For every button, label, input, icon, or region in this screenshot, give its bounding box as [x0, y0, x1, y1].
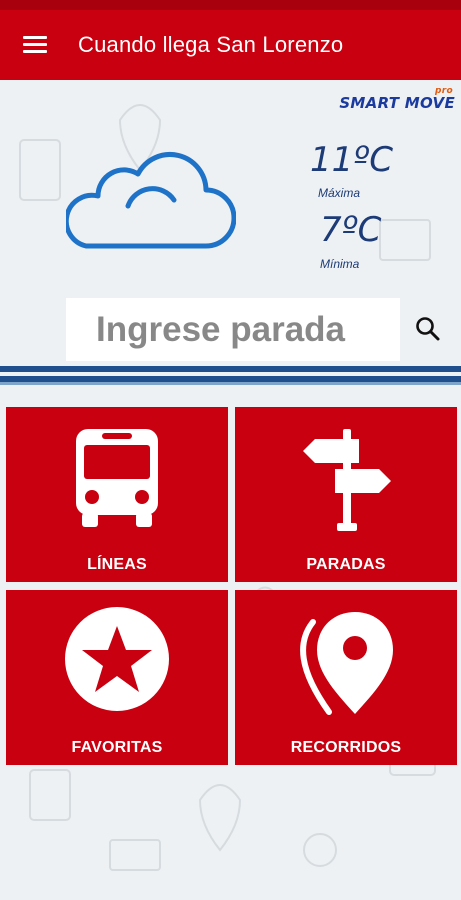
recorridos-tile[interactable]: RECORRIDOS: [235, 590, 457, 765]
bus-icon: [76, 429, 158, 527]
paradas-label: PARADAS: [306, 556, 386, 573]
brand-logo: SMART MOVE pro: [339, 86, 455, 112]
signpost-icon: [303, 429, 391, 531]
map-pin-icon: [300, 612, 393, 715]
status-bar: [0, 0, 461, 10]
search-icon[interactable]: [415, 316, 441, 342]
max-temperature: 11ºC: [310, 140, 394, 180]
favoritas-label: FAVORITAS: [71, 739, 163, 756]
app-bar: Cuando llega San Lorenzo: [0, 10, 461, 80]
hamburger-icon: [23, 36, 47, 54]
cloud-icon: [66, 152, 236, 249]
menu-button[interactable]: [0, 10, 70, 80]
favoritas-tile[interactable]: FAVORITAS: [6, 590, 228, 765]
lineas-label: LÍNEAS: [87, 556, 147, 573]
max-temperature-label: Máxima: [318, 186, 361, 200]
divider-stripe: [0, 382, 461, 385]
min-temperature-label: Mínima: [320, 257, 360, 271]
paradas-tile[interactable]: PARADAS: [235, 407, 457, 582]
stop-search-input[interactable]: [66, 298, 400, 361]
lineas-tile[interactable]: LÍNEAS: [6, 407, 228, 582]
app-title: Cuando llega San Lorenzo: [78, 32, 344, 57]
recorridos-label: RECORRIDOS: [290, 739, 402, 756]
min-temperature: 7ºC: [320, 210, 382, 250]
star-icon: [65, 607, 169, 711]
